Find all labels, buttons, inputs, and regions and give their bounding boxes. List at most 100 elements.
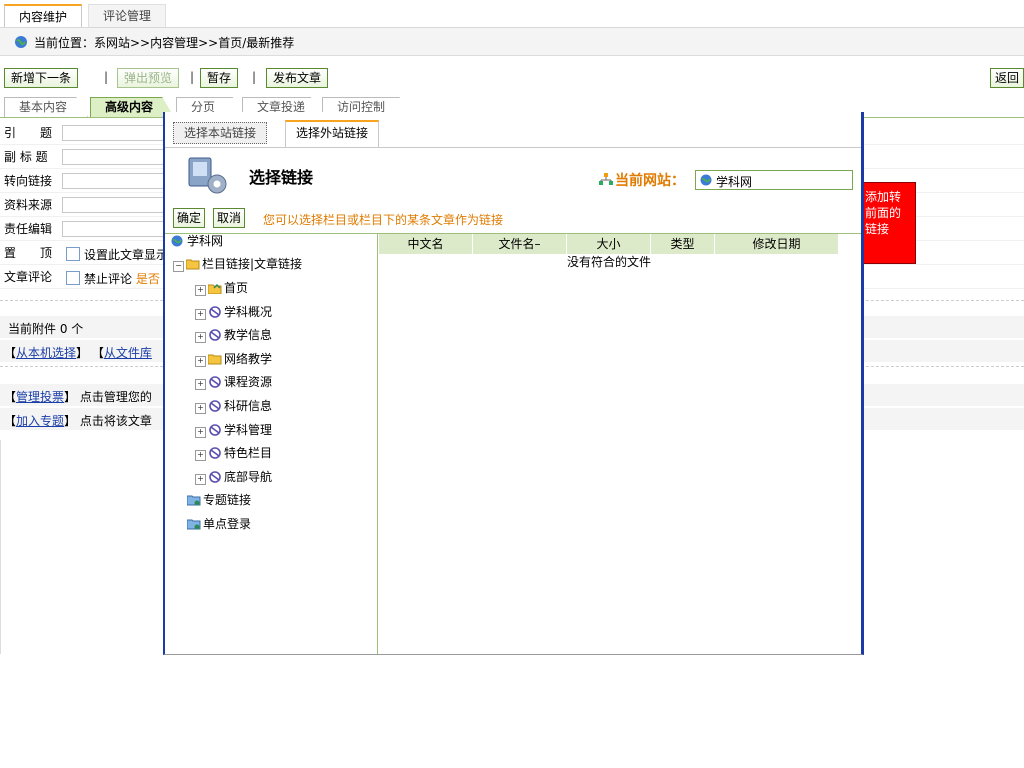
dialog-header: 选择链接 当前网站： 学科网 xyxy=(165,148,861,204)
expand-icon[interactable]: + xyxy=(195,474,206,485)
frame-edge xyxy=(0,440,2,654)
new-next-button[interactable]: 新增下一条 xyxy=(4,68,79,88)
tree-item-overview[interactable]: + 学科概况 xyxy=(195,301,272,325)
bracket: 【 xyxy=(4,414,17,428)
comment-extra-text: 是否 xyxy=(135,272,160,286)
col-header-file-name[interactable]: 文件名– xyxy=(473,234,567,254)
save-draft-button[interactable]: 暂存 xyxy=(200,68,239,88)
tree-item-footer-nav[interactable]: + 底部导航 xyxy=(195,466,272,490)
from-library-link[interactable]: 从文件库 xyxy=(104,346,152,360)
subtab-basic[interactable]: 基本内容 xyxy=(4,97,88,117)
tree-group-label: 栏目链接|文章链接 xyxy=(202,257,303,271)
expand-icon[interactable]: + xyxy=(195,332,206,343)
tab-internal-link[interactable]: 选择本站链接 xyxy=(173,122,268,144)
subtitle-input[interactable] xyxy=(62,149,172,165)
tree-item-sso[interactable]: 单点登录 xyxy=(186,513,252,537)
col-header-type[interactable]: 类型 xyxy=(651,234,715,254)
tab-comment-management[interactable]: 评论管理 xyxy=(88,4,167,28)
tree-root-label: 学科网 xyxy=(187,234,224,248)
disable-comment-checkbox[interactable] xyxy=(66,271,80,285)
field-label: 文章评论 xyxy=(4,270,53,284)
expand-icon[interactable]: + xyxy=(195,427,206,438)
empty-message: 没有符合的文件 xyxy=(566,255,651,269)
attachment-actions: 【从本机选择】 【从文件库 xyxy=(4,344,152,361)
bracket: 】 xyxy=(76,346,89,360)
tree-item-special-links[interactable]: 专题链接 xyxy=(186,489,251,513)
dialog-actionbar: 确定 取消 您可以选择栏目或栏目下的某条文章作为链接 xyxy=(165,204,861,234)
subtab-advanced[interactable]: 高级内容 xyxy=(90,97,174,117)
toolbar-separator: | xyxy=(104,70,109,84)
dialog-title: 选择链接 xyxy=(249,168,314,187)
expand-icon[interactable]: + xyxy=(195,285,206,296)
column-tree: 学科网 − 栏目链接|文章链接 + 首页 + 学科概况 + 教学信息 + 网络教学 + 课程… xyxy=(165,234,378,654)
tree-item-label: 学科管理 xyxy=(224,423,273,437)
expand-icon[interactable]: + xyxy=(195,309,206,320)
ok-button[interactable]: 确定 xyxy=(173,208,206,228)
redirect-link-input[interactable] xyxy=(62,173,172,189)
tree-item-label: 特色栏目 xyxy=(224,446,273,460)
manage-vote-link[interactable]: 管理投票 xyxy=(16,390,64,404)
tree-item-online-teaching[interactable]: + 网络教学 xyxy=(195,348,272,372)
expand-icon[interactable]: + xyxy=(195,403,206,414)
col-header-cn-name[interactable]: 中文名 xyxy=(379,234,473,254)
collapse-icon[interactable]: − xyxy=(173,261,184,272)
breadcrumb-text: 当前位置：系网站>>内容管理>>首页/最新推荐 xyxy=(34,36,295,50)
computer-settings-icon xyxy=(185,156,231,199)
tree-item-research[interactable]: + 科研信息 xyxy=(195,395,272,419)
source-input[interactable] xyxy=(62,197,172,213)
folder-link-icon xyxy=(186,491,201,506)
tree-group[interactable]: − 栏目链接|文章链接 xyxy=(173,253,302,277)
folder-icon xyxy=(207,350,222,365)
site-tree-icon xyxy=(599,173,613,188)
publish-button[interactable]: 发布文章 xyxy=(266,68,329,88)
red-hint-box: 添加转 前面的 链接 xyxy=(858,182,916,264)
toolbar-separator: | xyxy=(252,70,257,84)
pin-checkbox-label: 设置此文章显示 xyxy=(84,248,169,262)
tab-external-link[interactable]: 选择外站链接 xyxy=(285,120,380,148)
field-label: 副 标 题 xyxy=(4,150,48,164)
pin-checkbox[interactable] xyxy=(66,247,80,261)
tree-item-label: 底部导航 xyxy=(224,470,273,484)
disable-comment-label: 禁止评论 xyxy=(84,272,133,286)
editor-input[interactable] xyxy=(62,221,172,237)
back-button[interactable]: 返回 xyxy=(990,68,1024,88)
breadcrumb: 当前位置：系网站>>内容管理>>首页/最新推荐 xyxy=(0,28,1024,56)
select-link-dialog: 选择本站链接 选择外站链接 选择链接 当前网站： 学科网 确定 取消 您可以选择… xyxy=(163,112,864,655)
popup-preview-button[interactable]: 弹出预览 xyxy=(117,68,180,88)
tree-item-teaching-info[interactable]: + 教学信息 xyxy=(195,324,272,348)
col-header-size[interactable]: 大小 xyxy=(567,234,651,254)
from-local-link[interactable]: 从本机选择 xyxy=(16,346,76,360)
tree-item-course-resources[interactable]: + 课程资源 xyxy=(195,371,272,395)
globe-icon xyxy=(171,232,185,247)
attachments-count: 当前附件 0 个 xyxy=(8,322,84,336)
tree-item-management[interactable]: + 学科管理 xyxy=(195,419,272,443)
field-label: 责任编辑 xyxy=(4,222,53,236)
tree-item-label: 首页 xyxy=(224,281,249,295)
current-site-select[interactable]: 学科网 xyxy=(695,170,853,190)
expand-icon[interactable]: + xyxy=(195,356,206,367)
tree-item-label: 单点登录 xyxy=(203,517,252,531)
folder-link-icon xyxy=(186,515,201,530)
field-label: 引 题 xyxy=(4,126,53,140)
blocked-link-icon xyxy=(208,397,222,412)
toolbar-separator: | xyxy=(190,70,195,84)
expand-icon[interactable]: + xyxy=(195,450,206,461)
tree-item-featured[interactable]: + 特色栏目 xyxy=(195,442,272,466)
disable-comment-wrap[interactable]: 禁止评论 是否 xyxy=(66,270,160,287)
tree-root[interactable]: 学科网 xyxy=(171,230,223,254)
current-site-label: 当前网站： xyxy=(615,173,685,189)
bracket: 】 xyxy=(64,390,77,404)
cancel-button[interactable]: 取消 xyxy=(213,208,246,228)
expand-icon[interactable]: + xyxy=(195,379,206,390)
tree-item-home[interactable]: + 首页 xyxy=(195,277,248,301)
field-label: 置 顶 xyxy=(4,246,53,260)
tree-item-label: 网络教学 xyxy=(224,352,273,366)
pin-checkbox-wrap[interactable]: 设置此文章显示 xyxy=(66,246,168,263)
dialog-tabbar: 选择本站链接 选择外站链接 xyxy=(165,112,861,148)
field-label: 转向链接 xyxy=(4,174,53,188)
col-header-modified[interactable]: 修改日期 xyxy=(715,234,839,254)
lead-title-input[interactable] xyxy=(62,125,172,141)
home-folder-icon xyxy=(207,279,222,295)
tab-content-maintenance[interactable]: 内容维护 xyxy=(4,4,83,28)
add-topic-link[interactable]: 加入专题 xyxy=(16,414,64,428)
